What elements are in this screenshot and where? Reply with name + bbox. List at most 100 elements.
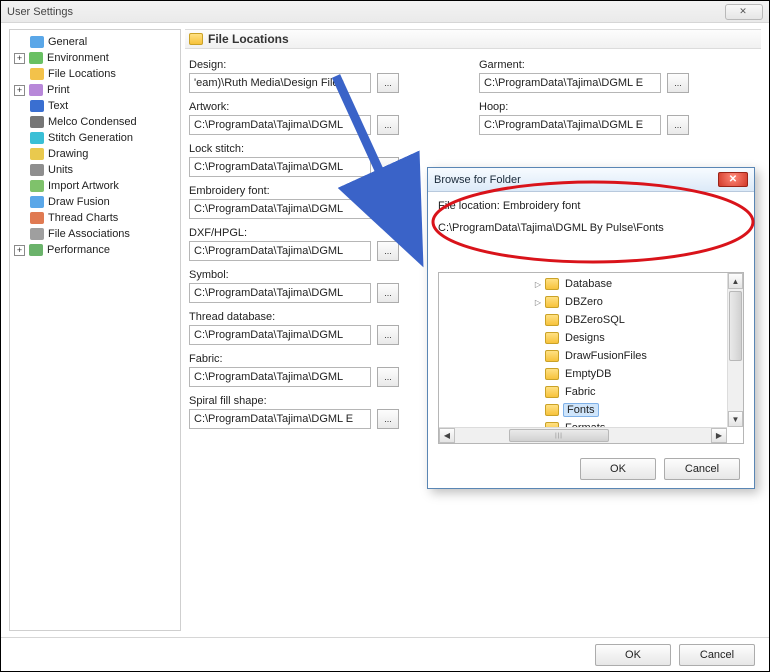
- tree-item-units[interactable]: Units: [12, 162, 178, 178]
- tree-item-file-associations[interactable]: File Associations: [12, 226, 178, 242]
- path-input-artwork[interactable]: C:\ProgramData\Tajima\DGML: [189, 115, 371, 135]
- tree-item-file-locations[interactable]: File Locations: [12, 66, 178, 82]
- path-input-fabric[interactable]: C:\ProgramData\Tajima\DGML: [189, 367, 371, 387]
- horizontal-scrollbar[interactable]: ◀ ▶: [439, 427, 727, 443]
- tree-item-icon: [29, 52, 43, 64]
- tree-item-icon: [30, 116, 44, 128]
- folder-item-fonts[interactable]: Fonts: [533, 401, 727, 419]
- dialog-titlebar[interactable]: Browse for Folder ✕: [428, 168, 754, 192]
- folder-item-fabric[interactable]: Fabric: [533, 383, 727, 401]
- scroll-hthumb[interactable]: [509, 429, 609, 442]
- tree-item-environment[interactable]: +Environment: [12, 50, 178, 66]
- dialog-ok-button[interactable]: OK: [580, 458, 656, 480]
- tree-item-label: Stitch Generation: [48, 132, 133, 144]
- browse-button-garment[interactable]: ...: [667, 73, 689, 93]
- browse-button-spiral[interactable]: ...: [377, 409, 399, 429]
- browse-button-dxf[interactable]: ...: [377, 241, 399, 261]
- browse-button-embfont[interactable]: ...: [377, 199, 399, 219]
- folder-item-designs[interactable]: Designs: [533, 329, 727, 347]
- browse-button-fabric[interactable]: ...: [377, 367, 399, 387]
- path-input-threaddb[interactable]: C:\ProgramData\Tajima\DGML: [189, 325, 371, 345]
- close-icon: ✕: [739, 6, 749, 17]
- folder-name: DBZero: [563, 296, 605, 308]
- tree-item-melco-condensed[interactable]: Melco Condensed: [12, 114, 178, 130]
- tree-expander[interactable]: +: [14, 245, 25, 256]
- folder-icon: [189, 33, 203, 45]
- tree-expander[interactable]: +: [14, 85, 25, 96]
- path-input-lockstitch[interactable]: C:\ProgramData\Tajima\DGML: [189, 157, 371, 177]
- folder-tree[interactable]: ▷ Database ▷ DBZero DBZeroSQL Designs DrawF…: [438, 272, 744, 444]
- folder-icon: [545, 386, 559, 398]
- expand-icon[interactable]: ▷: [533, 280, 543, 289]
- field-label: Spiral fill shape:: [189, 395, 449, 407]
- tree-item-label: File Locations: [48, 68, 116, 80]
- tree-item-general[interactable]: General: [12, 34, 178, 50]
- scroll-left-button[interactable]: ◀: [439, 428, 455, 443]
- tree-item-label: Print: [47, 84, 70, 96]
- window-title: User Settings: [7, 6, 725, 18]
- field-label: Lock stitch:: [189, 143, 449, 155]
- path-input-spiral[interactable]: C:\ProgramData\Tajima\DGML E: [189, 409, 371, 429]
- path-input-dxf[interactable]: C:\ProgramData\Tajima\DGML: [189, 241, 371, 261]
- field-label: Garment:: [479, 59, 739, 71]
- folder-icon: [545, 350, 559, 362]
- folder-item-dbzero[interactable]: ▷ DBZero: [533, 293, 727, 311]
- tree-item-icon: [30, 100, 44, 112]
- folder-item-database[interactable]: ▷ Database: [533, 275, 727, 293]
- field-design: Design:'eam)\Ruth Media\Design Files...: [189, 59, 449, 93]
- folder-item-emptydb[interactable]: EmptyDB: [533, 365, 727, 383]
- window-close-button[interactable]: ✕: [725, 4, 763, 20]
- folder-item-drawfusionfiles[interactable]: DrawFusionFiles: [533, 347, 727, 365]
- ok-button[interactable]: OK: [595, 644, 671, 666]
- tree-item-icon: [30, 196, 44, 208]
- dialog-title: Browse for Folder: [434, 174, 718, 186]
- folder-name: Database: [563, 278, 614, 290]
- path-input-symbol[interactable]: C:\ProgramData\Tajima\DGML: [189, 283, 371, 303]
- scroll-thumb[interactable]: [729, 291, 742, 361]
- dialog-close-button[interactable]: ✕: [718, 172, 748, 187]
- tree-item-text[interactable]: Text: [12, 98, 178, 114]
- tree-item-thread-charts[interactable]: Thread Charts: [12, 210, 178, 226]
- expand-icon[interactable]: ▷: [533, 298, 543, 307]
- browse-button-threaddb[interactable]: ...: [377, 325, 399, 345]
- field-symbol: Symbol: C:\ProgramData\Tajima\DGML...: [189, 269, 449, 303]
- folder-item-formats[interactable]: Formats: [533, 419, 727, 427]
- field-dxf: DXF/HPGL:C:\ProgramData\Tajima\DGML...: [189, 227, 449, 261]
- tree-item-icon: [29, 244, 43, 256]
- vertical-scrollbar[interactable]: ▲ ▼: [727, 273, 743, 427]
- folder-name: EmptyDB: [563, 368, 613, 380]
- tree-item-print[interactable]: + Print: [12, 82, 178, 98]
- tree-item-draw-fusion[interactable]: Draw Fusion: [12, 194, 178, 210]
- path-input-embfont[interactable]: C:\ProgramData\Tajima\DGML: [189, 199, 371, 219]
- browse-button-symbol[interactable]: ...: [377, 283, 399, 303]
- tree-item-label: Performance: [47, 244, 110, 256]
- cancel-button[interactable]: Cancel: [679, 644, 755, 666]
- dialog-button-bar: OK Cancel: [1, 637, 769, 671]
- path-input-design[interactable]: 'eam)\Ruth Media\Design Files: [189, 73, 371, 93]
- browse-button-hoop[interactable]: ...: [667, 115, 689, 135]
- file-location-label: File location: Embroidery font: [438, 200, 744, 212]
- folder-name: DBZeroSQL: [563, 314, 627, 326]
- tree-item-drawing[interactable]: Drawing: [12, 146, 178, 162]
- folder-item-dbzerosql[interactable]: DBZeroSQL: [533, 311, 727, 329]
- path-input-hoop[interactable]: C:\ProgramData\Tajima\DGML E: [479, 115, 661, 135]
- field-artwork: Artwork: C:\ProgramData\Tajima\DGML...: [189, 101, 449, 135]
- scroll-up-button[interactable]: ▲: [728, 273, 743, 289]
- dialog-cancel-button[interactable]: Cancel: [664, 458, 740, 480]
- tree-item-performance[interactable]: + Performance: [12, 242, 178, 258]
- tree-item-import-artwork[interactable]: Import Artwork: [12, 178, 178, 194]
- field-threaddb: Thread database:C:\ProgramData\Tajima\DG…: [189, 311, 449, 345]
- path-input-garment[interactable]: C:\ProgramData\Tajima\DGML E: [479, 73, 661, 93]
- scroll-right-button[interactable]: ▶: [711, 428, 727, 443]
- folder-icon: [545, 368, 559, 380]
- tree-item-stitch-generation[interactable]: Stitch Generation: [12, 130, 178, 146]
- browse-button-design[interactable]: ...: [377, 73, 399, 93]
- scroll-down-button[interactable]: ▼: [728, 411, 743, 427]
- field-label: Fabric:: [189, 353, 449, 365]
- tree-expander[interactable]: +: [14, 53, 25, 64]
- field-label: Symbol:: [189, 269, 449, 281]
- browse-button-lockstitch[interactable]: ...: [377, 157, 399, 177]
- field-label: Artwork:: [189, 101, 449, 113]
- tree-item-label: Import Artwork: [48, 180, 119, 192]
- browse-button-artwork[interactable]: ...: [377, 115, 399, 135]
